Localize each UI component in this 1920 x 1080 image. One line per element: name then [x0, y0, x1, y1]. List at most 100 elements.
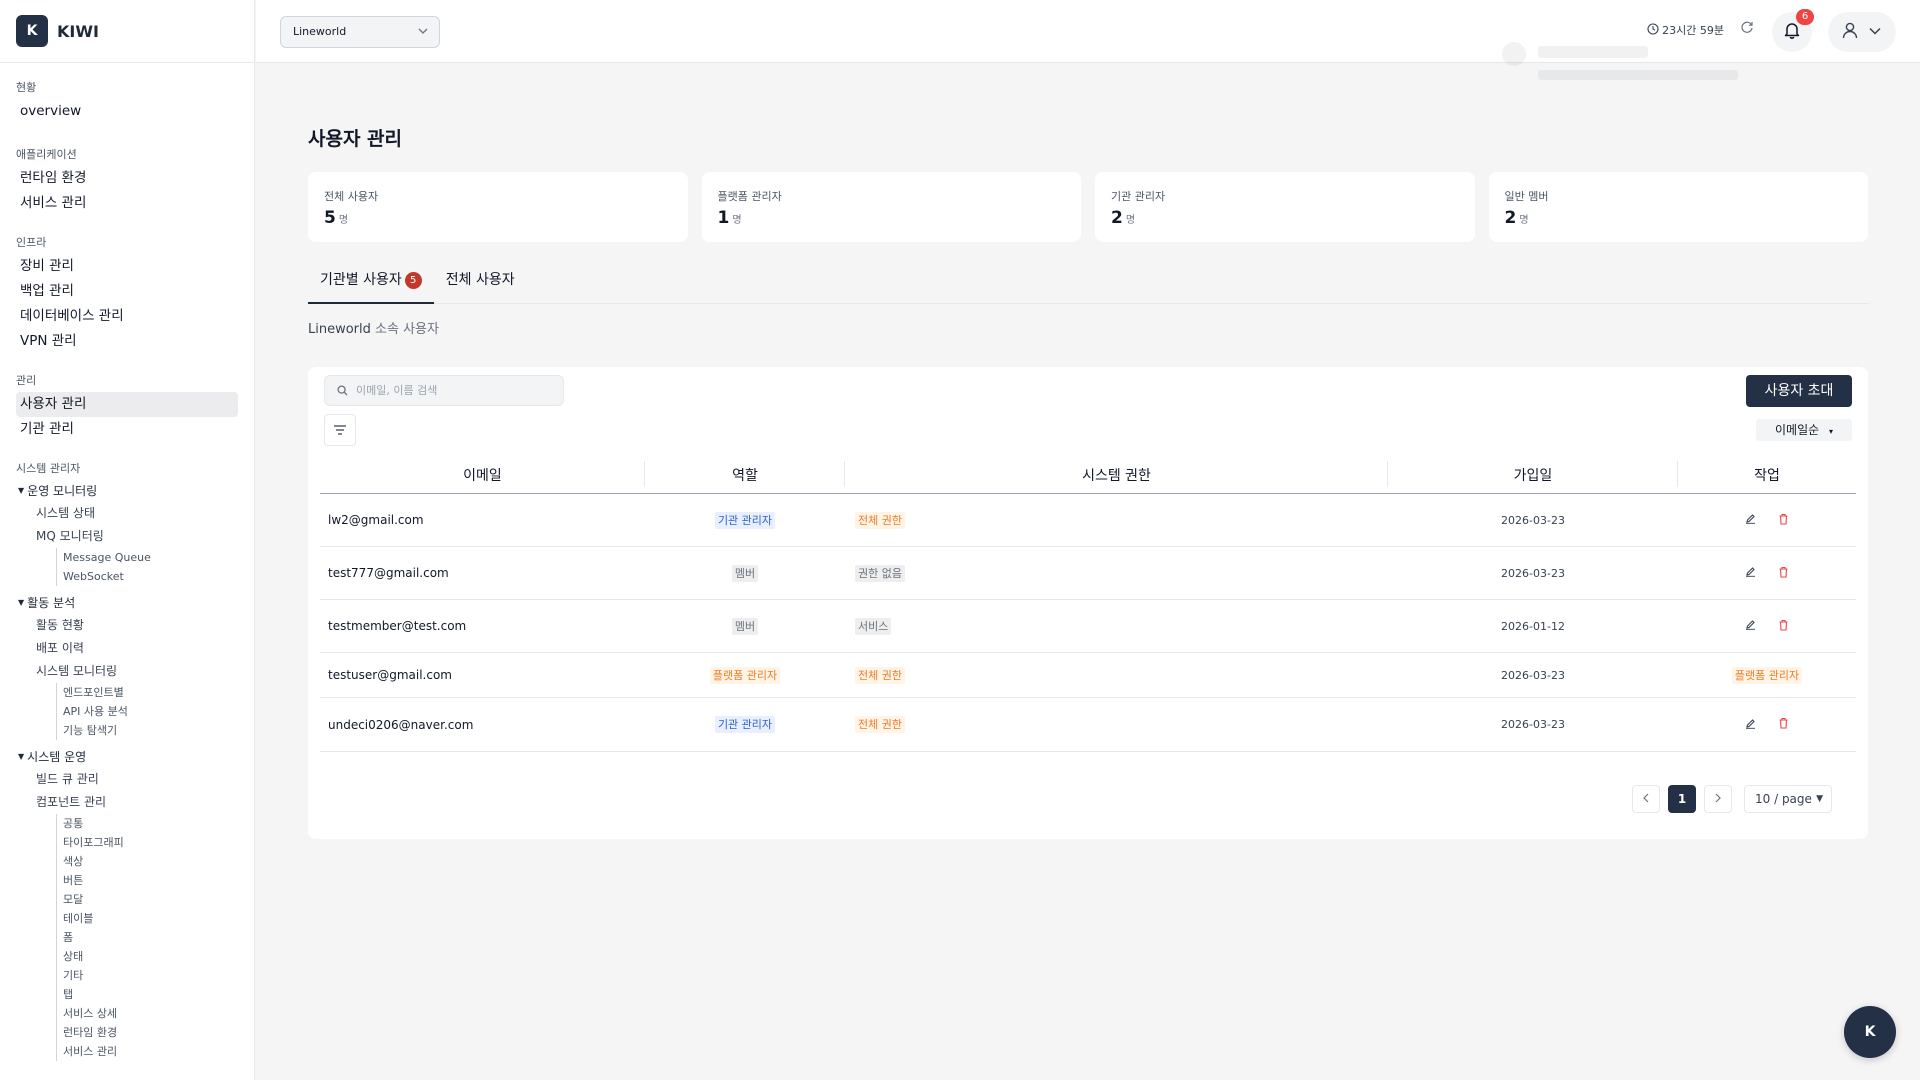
cell-permission: 서비스 [845, 617, 1388, 635]
sidebar-item-runtime[interactable]: 런타임 환경 [16, 166, 238, 191]
nav-section-admin: 관리 [16, 374, 37, 387]
sidebar-item-comp-modal[interactable]: 모달 [56, 890, 238, 909]
invite-user-button[interactable]: 사용자 초대 [1746, 375, 1852, 407]
sidebar-item-system-monitoring[interactable]: 시스템 모니터링 [16, 660, 238, 683]
cell-joined: 2026-03-23 [1501, 718, 1565, 731]
sidebar-item-message-queue[interactable]: Message Queue [56, 548, 238, 567]
brand[interactable]: K KIWI [0, 0, 254, 63]
column-header-role[interactable]: 역할 [645, 461, 845, 487]
assistant-fab-button[interactable]: K [1844, 1006, 1896, 1058]
sidebar-item-comp-button[interactable]: 버튼 [56, 871, 238, 890]
table-row[interactable]: test777@gmail.com 멤버 권한 없음 2026-03-23 [320, 547, 1856, 600]
search-input[interactable] [356, 384, 546, 397]
stats-row: 전체 사용자 5명 플랫폼 관리자 1명 기관 관리자 2명 일반 멤버 2명 [308, 172, 1868, 242]
table-row[interactable]: testmember@test.com 멤버 서비스 2026-01-12 [320, 600, 1856, 653]
sidebar-item-backup[interactable]: 백업 관리 [16, 279, 238, 304]
sidebar-item-comp-form[interactable]: 폼 [56, 928, 238, 947]
role-badge: 기관 관리자 [714, 716, 776, 733]
user-icon [1840, 20, 1860, 44]
chevron-down-icon: ▾ [1828, 427, 1833, 436]
nav-group-system-ops[interactable]: ▼ 시스템 운영 [16, 746, 238, 768]
edit-icon[interactable] [1745, 718, 1756, 732]
table-row[interactable]: testuser@gmail.com 플랫폼 관리자 전체 권한 2026-03… [320, 653, 1856, 698]
delete-icon[interactable] [1778, 513, 1789, 528]
sidebar-item-comp-typography[interactable]: 타이포그래피 [56, 833, 238, 852]
sidebar-item-users[interactable]: 사용자 관리 [16, 392, 238, 417]
delete-icon[interactable] [1778, 717, 1789, 732]
sidebar: K KIWI 현황 overview 애플리케이션 런타임 환경 서비스 관리 … [0, 0, 255, 1080]
delete-icon[interactable] [1778, 619, 1789, 634]
sort-select[interactable]: 이메일순 ▾ [1756, 419, 1852, 441]
sidebar-item-websocket[interactable]: WebSocket [56, 567, 238, 586]
prev-page-button[interactable] [1632, 785, 1660, 813]
nav-group-activity[interactable]: ▼ 활동 분석 [16, 592, 238, 614]
role-badge: 멤버 [731, 617, 759, 635]
stat-value: 1명 [717, 208, 742, 228]
sidebar-item-comp-runtime[interactable]: 런타임 환경 [56, 1023, 238, 1042]
sidebar-item-overview[interactable]: overview [16, 99, 238, 124]
cell-actions: 플랫폼 관리자 [1678, 666, 1856, 684]
sidebar-item-api-usage[interactable]: API 사용 분석 [56, 702, 238, 721]
sidebar-item-system-status[interactable]: 시스템 상태 [16, 502, 238, 525]
notification-button[interactable]: 6 [1772, 9, 1814, 52]
stat-label: 기관 관리자 [1111, 190, 1166, 203]
sidebar-item-deploy-history[interactable]: 배포 이력 [16, 637, 238, 660]
sidebar-item-comp-table[interactable]: 테이블 [56, 909, 238, 928]
sidebar-item-comp-color[interactable]: 색상 [56, 852, 238, 871]
column-header-permission[interactable]: 시스템 권한 [845, 461, 1388, 487]
table-header: 이메일 역할 시스템 권한 가입일 작업 [320, 457, 1856, 494]
column-header-email[interactable]: 이메일 [320, 461, 645, 487]
sidebar-item-comp-common[interactable]: 공통 [56, 814, 238, 833]
next-page-button[interactable] [1704, 785, 1732, 813]
nav-group-label: 운영 모니터링 [27, 484, 98, 498]
page-size-select[interactable]: 10 / page ▼ [1744, 785, 1832, 813]
edit-icon[interactable] [1745, 566, 1756, 580]
bell-icon [1783, 21, 1801, 43]
sidebar-item-comp-service-detail[interactable]: 서비스 상세 [56, 1004, 238, 1023]
sidebar-item-endpoint[interactable]: 엔드포인트별 [56, 683, 238, 702]
edit-icon[interactable] [1745, 619, 1756, 633]
column-header-joined[interactable]: 가입일 [1388, 461, 1678, 487]
sidebar-item-comp-tab[interactable]: 탭 [56, 985, 238, 1004]
org-select[interactable]: Lineworld [280, 16, 440, 48]
stat-card-org-admin: 기관 관리자 2명 [1095, 172, 1475, 242]
sidebar-item-mq-monitoring[interactable]: MQ 모니터링 [16, 525, 238, 548]
nav-group-ops-monitoring[interactable]: ▼ 운영 모니터링 [16, 480, 238, 502]
tab-all-users[interactable]: 전체 사용자 [434, 264, 527, 304]
caret-down-icon: ▼ [18, 752, 25, 761]
sidebar-nav: 현황 overview 애플리케이션 런타임 환경 서비스 관리 인프라 장비 … [0, 63, 254, 1061]
sidebar-item-comp-etc[interactable]: 기타 [56, 966, 238, 985]
refresh-icon[interactable] [1740, 20, 1754, 38]
stat-value: 2명 [1504, 208, 1529, 228]
sidebar-item-activity-status[interactable]: 활동 현황 [16, 614, 238, 637]
filter-button[interactable] [324, 414, 356, 446]
sidebar-item-service[interactable]: 서비스 관리 [16, 191, 238, 216]
tab-org-users[interactable]: 기관별 사용자 5 [308, 264, 434, 304]
sidebar-item-vpn[interactable]: VPN 관리 [16, 329, 238, 354]
permission-badge: 전체 권한 [855, 716, 905, 733]
sidebar-item-comp-service-mgmt[interactable]: 서비스 관리 [56, 1042, 238, 1061]
sidebar-item-database[interactable]: 데이터베이스 관리 [16, 304, 238, 329]
brand-name: KIWI [57, 21, 99, 41]
delete-icon[interactable] [1778, 566, 1789, 581]
chevron-left-icon [1642, 792, 1650, 806]
sidebar-item-component[interactable]: 컴포넌트 관리 [16, 791, 238, 814]
cell-joined: 2026-03-23 [1501, 513, 1565, 527]
sidebar-item-build-queue[interactable]: 빌드 큐 관리 [16, 768, 238, 791]
users-table-card: 사용자 초대 이메일순 ▾ 이메일 역할 시스템 권한 가입일 작업 lw2@g… [308, 367, 1868, 839]
sidebar-item-equipment[interactable]: 장비 관리 [16, 254, 238, 279]
cell-actions [1678, 717, 1856, 732]
table-row[interactable]: undeci0206@naver.com 기관 관리자 전체 권한 2026-0… [320, 698, 1856, 752]
table-row[interactable]: lw2@gmail.com 기관 관리자 전체 권한 2026-03-23 [320, 494, 1856, 547]
stat-card-member: 일반 멤버 2명 [1488, 172, 1868, 242]
cell-actions [1678, 513, 1856, 528]
cell-email: undeci0206@naver.com [328, 717, 474, 732]
sidebar-item-orgs[interactable]: 기관 관리 [16, 417, 238, 442]
search-box[interactable] [324, 375, 564, 406]
edit-icon[interactable] [1745, 513, 1756, 527]
sidebar-item-feature-explorer[interactable]: 기능 탐색기 [56, 721, 238, 740]
chevron-right-icon [1714, 792, 1722, 806]
user-menu-button[interactable] [1828, 12, 1896, 52]
page-button-current[interactable]: 1 [1668, 785, 1696, 813]
sidebar-item-comp-status[interactable]: 상태 [56, 947, 238, 966]
